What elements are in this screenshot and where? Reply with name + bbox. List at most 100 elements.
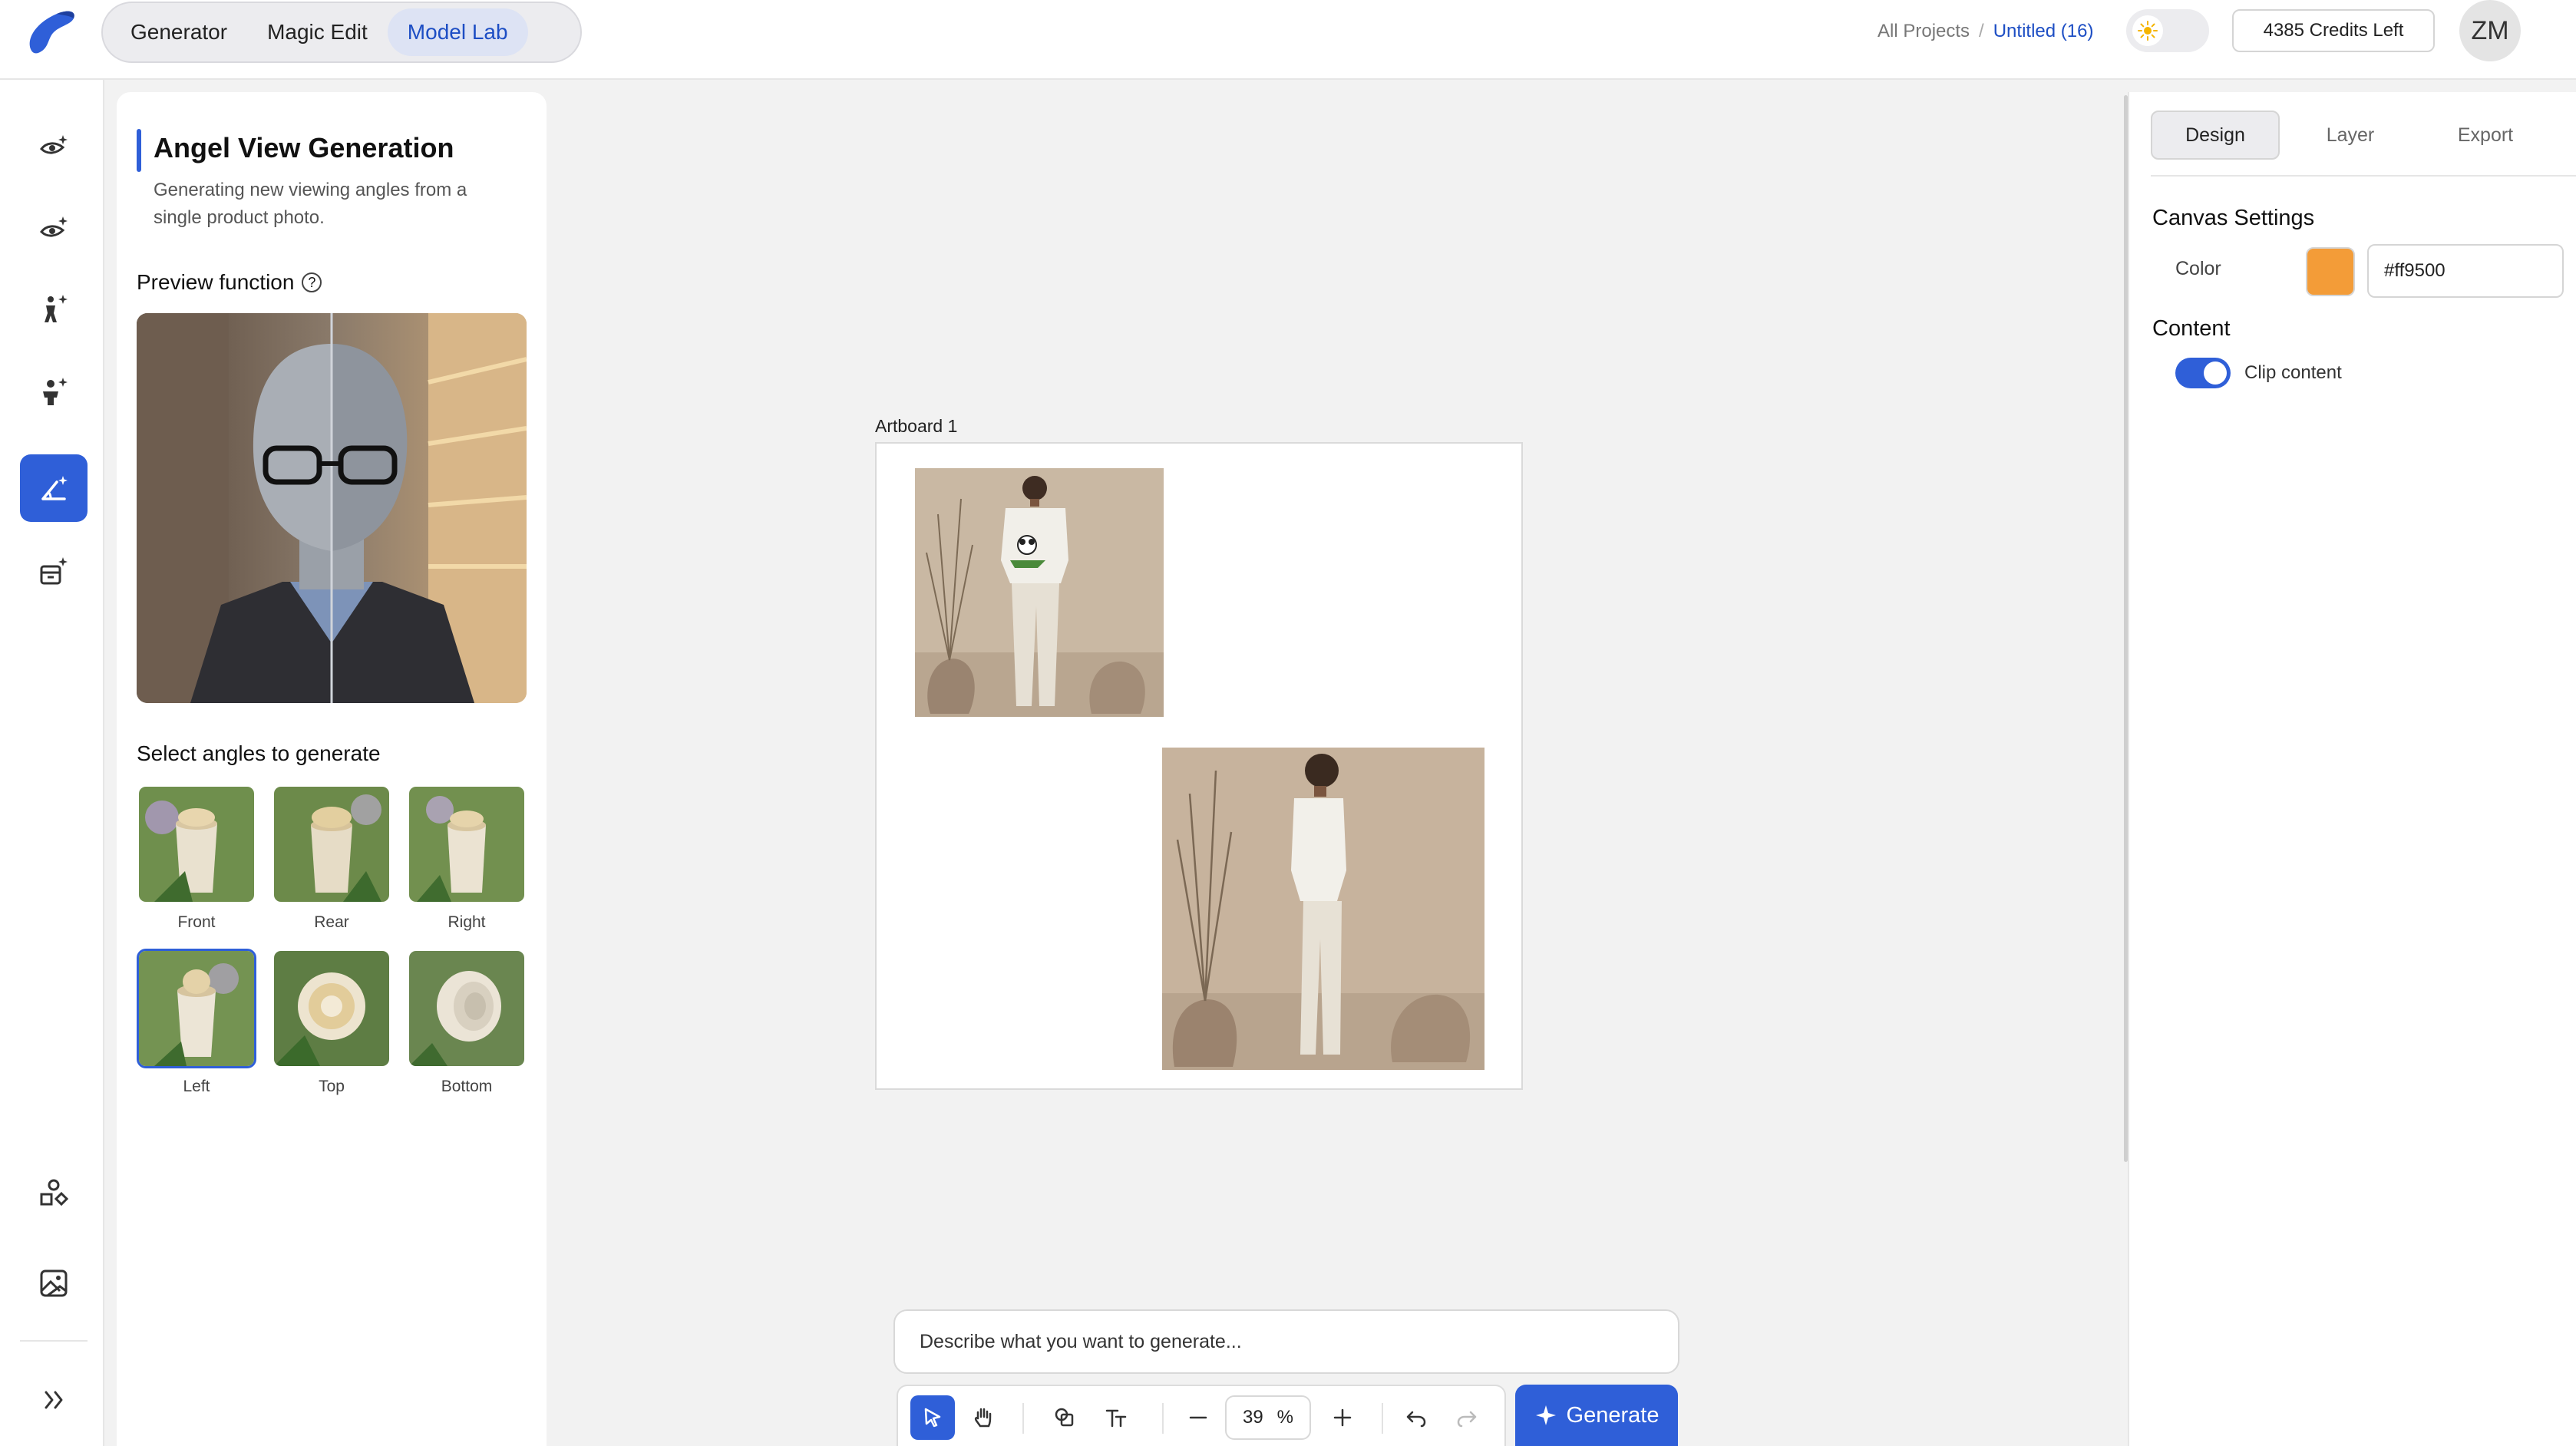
undo-icon	[1406, 1411, 1426, 1428]
clip-content-toggle[interactable]	[2175, 358, 2231, 388]
angle-label: Left	[183, 1078, 210, 1095]
preview-image	[137, 313, 527, 703]
angle-option-left[interactable]: Left	[137, 949, 256, 1096]
person-sparkle-icon	[45, 295, 68, 322]
plus-icon	[1333, 1408, 1352, 1427]
breadcrumb: All Projects / Untitled (16)	[1878, 18, 2093, 45]
color-swatch[interactable]	[2306, 247, 2355, 296]
clip-content-row: Clip content	[2175, 356, 2342, 390]
redo-icon	[1457, 1411, 1477, 1428]
shapes-icon	[40, 1179, 69, 1207]
preview-label: Preview function	[137, 270, 295, 294]
canvas-settings-heading: Canvas Settings	[2152, 206, 2315, 230]
angle-option-right[interactable]: Right	[407, 784, 527, 932]
main-tabs: Generator Magic Edit Model Lab	[101, 2, 582, 63]
rail-shapes-button[interactable]	[20, 1159, 88, 1226]
rail-expand-button[interactable]	[20, 1366, 88, 1434]
color-row: Color	[2175, 244, 2564, 298]
shapes-icon	[1055, 1408, 1074, 1427]
clip-content-label: Clip content	[2244, 362, 2342, 383]
generate-label: Generate	[1566, 1402, 1660, 1428]
angle-label: Top	[319, 1078, 345, 1095]
angle-label: Rear	[314, 913, 349, 931]
properties-tabs: Design Layer Export	[2151, 109, 2556, 161]
hand-icon	[974, 1408, 992, 1428]
top-bar: Generator Magic Edit Model Lab All Proje…	[0, 0, 2576, 80]
zoom-unit: %	[1276, 1407, 1294, 1428]
rail-item-2[interactable]	[20, 195, 88, 262]
content-heading: Content	[2152, 316, 2231, 341]
eye-sparkle-icon	[40, 216, 68, 237]
cursor-icon	[924, 1408, 941, 1428]
canvas-toolbar: 39 %	[897, 1385, 1506, 1446]
rail-gallery-button[interactable]	[20, 1250, 88, 1317]
zoom-in-button[interactable]	[1320, 1395, 1365, 1440]
rail-divider	[20, 1340, 88, 1342]
toolbar-separator	[1022, 1403, 1024, 1434]
tab-layer[interactable]: Layer	[2286, 111, 2415, 160]
image-icon	[40, 1269, 68, 1297]
title-accent-bar	[137, 129, 141, 172]
properties-panel: Design Layer Export Canvas Settings Colo…	[2128, 92, 2576, 1446]
undo-button[interactable]	[1394, 1395, 1438, 1440]
color-label: Color	[2175, 258, 2221, 279]
rail-item-1[interactable]	[20, 114, 88, 181]
rail-item-6[interactable]	[20, 537, 88, 605]
help-icon[interactable]: ?	[302, 272, 322, 292]
panel-description: Generating new viewing angles from a sin…	[154, 180, 467, 228]
artboard[interactable]	[875, 442, 1523, 1090]
tab-magic-edit[interactable]: Magic Edit	[247, 8, 388, 56]
breadcrumb-current-project[interactable]: Untitled (16)	[1993, 21, 2094, 42]
avatar[interactable]: ZM	[2459, 0, 2521, 61]
prompt-input[interactable]	[893, 1309, 1679, 1374]
angle-thumbnail	[137, 949, 256, 1068]
angle-option-top[interactable]: Top	[272, 949, 391, 1096]
angle-sparkle-icon	[41, 476, 68, 500]
tab-model-lab[interactable]: Model Lab	[387, 8, 528, 56]
angle-label: Right	[447, 913, 486, 931]
angle-thumbnail	[272, 949, 391, 1068]
zoom-value: 39	[1242, 1407, 1263, 1428]
select-tool-button[interactable]	[910, 1395, 955, 1440]
zoom-level-input[interactable]: 39 %	[1225, 1395, 1311, 1440]
tabs-divider	[2151, 175, 2576, 177]
shapes-tool-button[interactable]	[1042, 1395, 1087, 1440]
rail-item-angle-view[interactable]	[20, 454, 88, 522]
hand-tool-button[interactable]	[961, 1395, 1006, 1440]
tab-export[interactable]: Export	[2421, 111, 2550, 160]
text-tool-button[interactable]	[1095, 1395, 1139, 1440]
tool-rail	[0, 80, 104, 1446]
credits-button[interactable]: 4385 Credits Left	[2232, 9, 2435, 52]
angle-option-front[interactable]: Front	[137, 784, 256, 932]
sun-icon	[2132, 15, 2163, 46]
model-photo-side[interactable]	[1162, 748, 1485, 1070]
zoom-out-button[interactable]	[1176, 1395, 1220, 1440]
artboard-label: Artboard 1	[875, 416, 958, 436]
expand-icon	[45, 1391, 63, 1409]
angle-thumbnail	[407, 784, 527, 904]
redo-button[interactable]	[1445, 1395, 1489, 1440]
angles-section-label: Select angles to generate	[137, 741, 381, 765]
tab-design[interactable]: Design	[2151, 111, 2280, 160]
sparkle-icon	[1535, 1405, 1556, 1425]
eye-sparkle-icon	[40, 135, 68, 154]
app-logo-icon[interactable]	[23, 6, 81, 57]
angle-thumbnail	[407, 949, 527, 1068]
angle-label: Bottom	[441, 1078, 493, 1095]
angle-option-bottom[interactable]: Bottom	[407, 949, 527, 1096]
preview-section-label: Preview function ?	[137, 270, 322, 295]
generate-button[interactable]: Generate	[1515, 1385, 1678, 1446]
tab-generator[interactable]: Generator	[111, 8, 247, 56]
box-sparkle-icon	[40, 557, 68, 585]
angle-thumbnail	[137, 784, 256, 904]
panel-title: Angel View Generation	[154, 132, 454, 163]
breadcrumb-separator: /	[1979, 21, 1984, 41]
theme-toggle[interactable]	[2126, 9, 2209, 52]
color-hex-input[interactable]	[2367, 244, 2564, 298]
model-photo-front[interactable]	[915, 468, 1164, 717]
rail-item-3[interactable]	[20, 275, 88, 342]
angle-option-rear[interactable]: Rear	[272, 784, 391, 932]
model-sparkle-icon	[43, 378, 68, 405]
rail-item-4[interactable]	[20, 358, 88, 425]
breadcrumb-all-projects[interactable]: All Projects	[1878, 21, 1970, 42]
